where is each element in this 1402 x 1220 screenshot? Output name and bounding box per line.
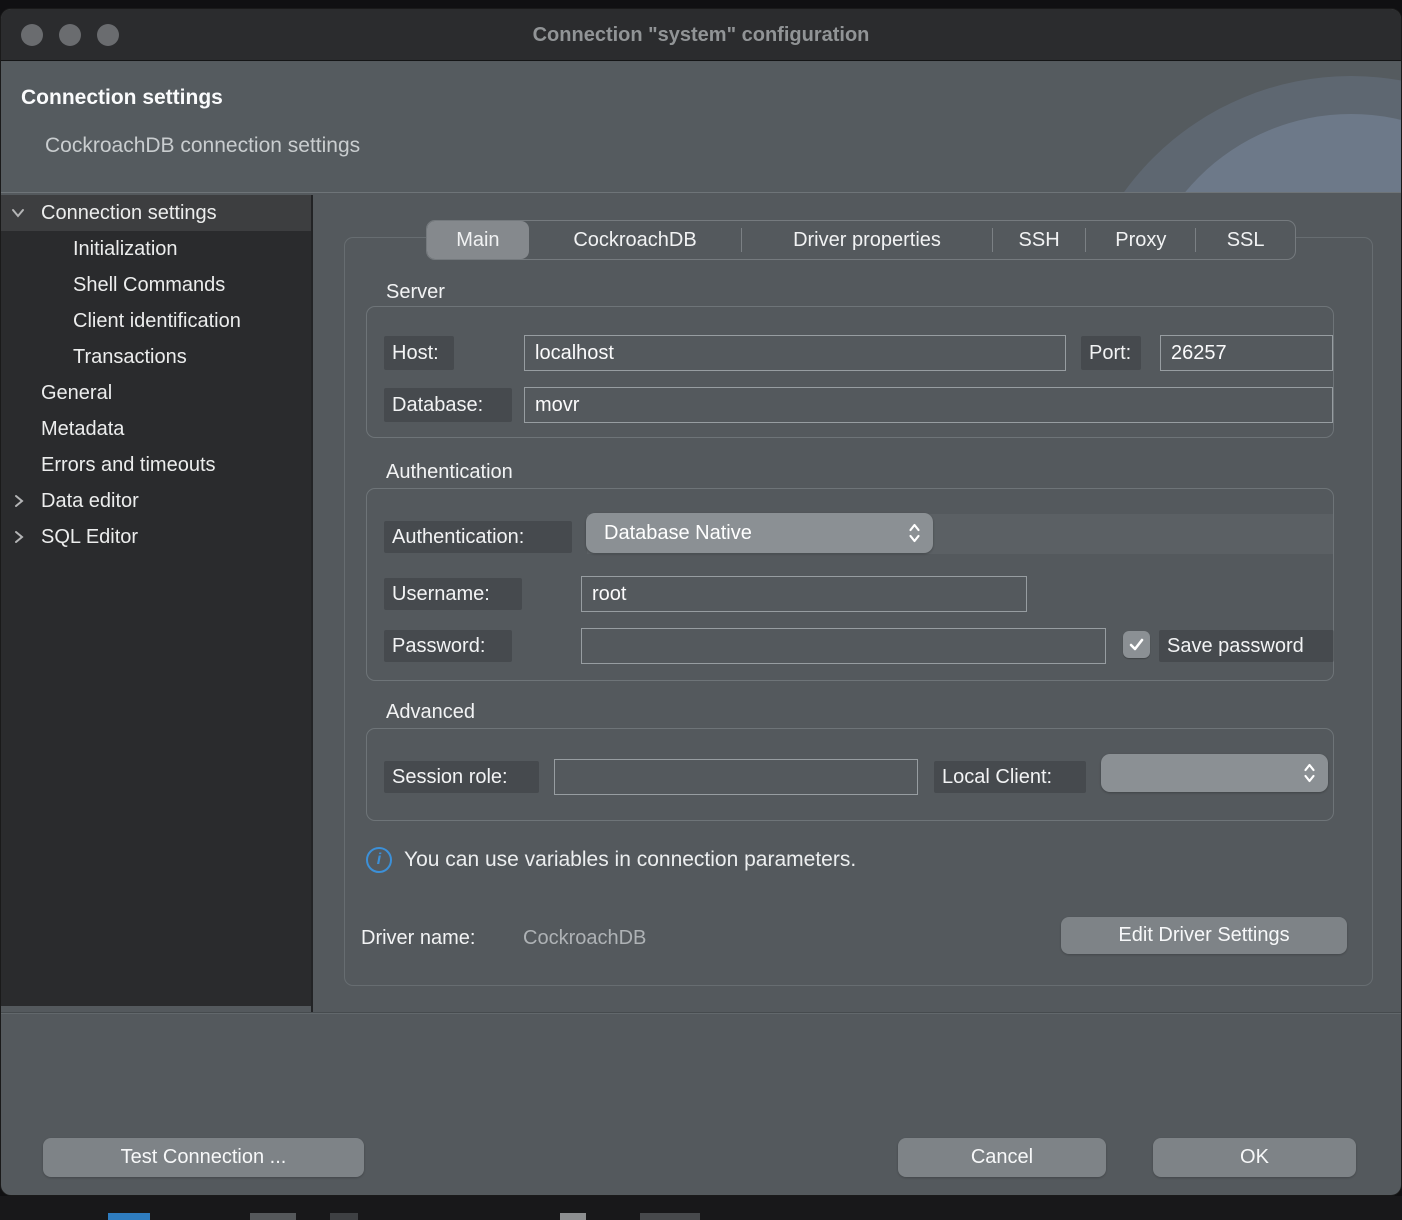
authentication-select-value: Database Native: [604, 522, 752, 545]
ok-button[interactable]: OK: [1153, 1138, 1356, 1177]
underlying-window-fragment: [640, 1213, 700, 1220]
sidebar-item-label: Connection settings: [1, 202, 217, 225]
session-role-label: Session role:: [384, 761, 539, 793]
sidebar-item-sql-editor[interactable]: SQL Editor: [1, 519, 311, 555]
underlying-window-fragment: [250, 1213, 296, 1220]
local-client-select[interactable]: [1101, 754, 1328, 792]
select-updown-icon: [908, 521, 921, 545]
underlying-desktop-strip: [0, 1196, 1402, 1220]
page-title: Connection settings: [21, 86, 223, 110]
underlying-window-fragment: [560, 1213, 586, 1220]
chevron-right-icon[interactable]: [10, 493, 26, 509]
sidebar-item-shell-commands[interactable]: Shell Commands: [1, 267, 311, 303]
underlying-window-fragment: [108, 1213, 150, 1220]
driver-name-value: CockroachDB: [523, 927, 646, 950]
sidebar-content-divider: [311, 195, 313, 1012]
sidebar-item-label: Errors and timeouts: [1, 454, 216, 477]
sidebar-item-transactions[interactable]: Transactions: [1, 339, 311, 375]
host-input[interactable]: [524, 335, 1066, 371]
local-client-label: Local Client:: [934, 761, 1086, 793]
password-input[interactable]: [581, 628, 1106, 664]
session-role-input[interactable]: [554, 759, 918, 795]
header-banner: Connection settings CockroachDB connecti…: [1, 62, 1401, 193]
sidebar-item-label: General: [1, 382, 112, 405]
select-updown-icon: [1303, 761, 1316, 785]
connection-tabbar: Main CockroachDB Driver properties SSH P…: [426, 220, 1296, 260]
settings-tree-sidebar: Connection settings Initialization Shell…: [1, 195, 311, 1006]
tab-cockroachdb[interactable]: CockroachDB: [529, 221, 742, 259]
sidebar-item-connection-settings[interactable]: Connection settings: [1, 195, 311, 231]
connection-configuration-dialog: Connection "system" configuration Connec…: [0, 8, 1402, 1196]
save-password-checkbox[interactable]: [1123, 631, 1150, 658]
window-title: Connection "system" configuration: [1, 9, 1401, 61]
chevron-right-icon[interactable]: [10, 529, 26, 545]
authentication-select[interactable]: Database Native: [586, 513, 933, 553]
sidebar-item-general[interactable]: General: [1, 375, 311, 411]
username-label: Username:: [384, 578, 522, 610]
sidebar-item-initialization[interactable]: Initialization: [1, 231, 311, 267]
driver-name-label: Driver name:: [361, 927, 475, 950]
underlying-window-fragment: [330, 1213, 358, 1220]
sidebar-item-label: Shell Commands: [1, 274, 225, 297]
sidebar-item-label: Transactions: [1, 346, 187, 369]
chevron-down-icon[interactable]: [10, 205, 26, 221]
variables-hint-text: You can use variables in connection para…: [404, 848, 856, 872]
advanced-section-label: Advanced: [386, 701, 475, 724]
database-input[interactable]: [524, 387, 1333, 423]
database-label: Database:: [384, 388, 512, 422]
titlebar[interactable]: Connection "system" configuration: [1, 9, 1401, 61]
info-icon: i: [366, 847, 392, 873]
sidebar-item-data-editor[interactable]: Data editor: [1, 483, 311, 519]
tab-main[interactable]: Main: [427, 221, 529, 259]
screen: Connection "system" configuration Connec…: [0, 0, 1402, 1220]
page-subtitle: CockroachDB connection settings: [45, 134, 360, 158]
sidebar-item-label: Client identification: [1, 310, 241, 333]
server-section-label: Server: [386, 281, 445, 304]
checkmark-icon: [1128, 636, 1145, 653]
tab-driver-properties[interactable]: Driver properties: [742, 221, 991, 259]
tab-proxy[interactable]: Proxy: [1086, 221, 1195, 259]
test-connection-button[interactable]: Test Connection ...: [43, 1138, 364, 1177]
edit-driver-settings-button[interactable]: Edit Driver Settings: [1061, 917, 1347, 954]
cancel-button[interactable]: Cancel: [898, 1138, 1106, 1177]
sidebar-item-metadata[interactable]: Metadata: [1, 411, 311, 447]
save-password-label[interactable]: Save password: [1159, 630, 1334, 662]
port-label: Port:: [1081, 336, 1141, 370]
sidebar-item-client-identification[interactable]: Client identification: [1, 303, 311, 339]
username-input[interactable]: [581, 576, 1027, 612]
authentication-section-label: Authentication: [386, 461, 513, 484]
tab-ssl[interactable]: SSL: [1196, 221, 1295, 259]
host-label: Host:: [384, 336, 454, 370]
password-label: Password:: [384, 630, 512, 662]
content-footer-divider: [1, 1012, 1401, 1014]
sidebar-item-label: Initialization: [1, 238, 178, 261]
sidebar-item-errors-and-timeouts[interactable]: Errors and timeouts: [1, 447, 311, 483]
sidebar-item-label: Metadata: [1, 418, 124, 441]
tab-ssh[interactable]: SSH: [993, 221, 1086, 259]
authentication-label: Authentication:: [384, 521, 572, 553]
port-input[interactable]: [1160, 335, 1333, 371]
